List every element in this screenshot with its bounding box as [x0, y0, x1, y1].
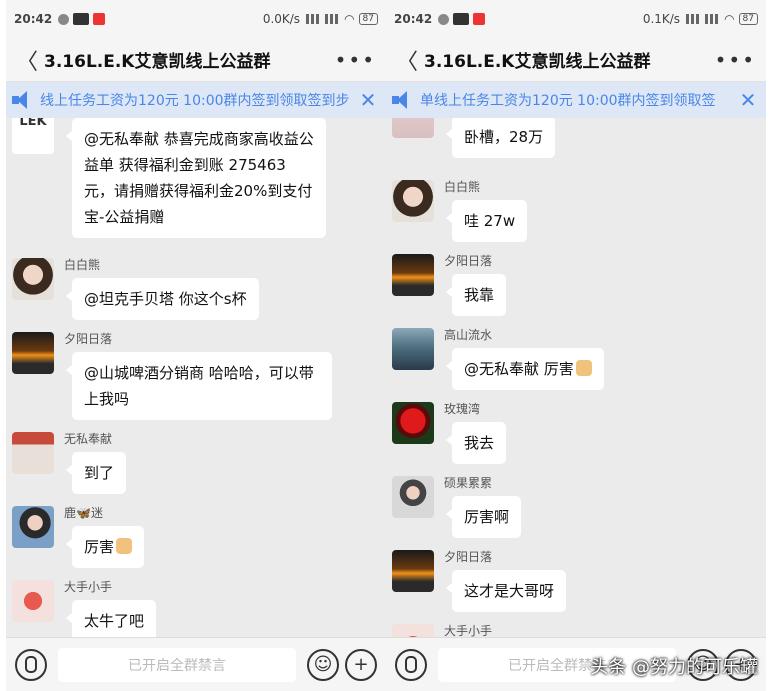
sender-name: 高山流水 [444, 328, 493, 342]
avatar[interactable] [392, 550, 434, 592]
thumbs-up-emoji-icon [116, 538, 133, 554]
wifi-icon: ◠ [344, 12, 355, 26]
wifi-icon: ◠ [724, 12, 735, 26]
left-phone-screen: 20:42 0.0K/s ◠ 87 〈 3.16L.E.K艾意凯线上公益群 ••… [6, 0, 386, 691]
battery-icon: 87 [358, 13, 378, 25]
sender-name: 硕果累累 [444, 476, 493, 490]
avatar[interactable] [392, 254, 434, 296]
speaker-icon [12, 90, 34, 110]
lek-app-icon [453, 13, 470, 25]
sender-name: 大手小手 [64, 580, 113, 594]
message-bubble: @坦克手贝塔 你这个s杯 [66, 278, 259, 320]
message-bubble: @山城啤酒分销商 哈哈哈，可以带上我吗 [66, 352, 332, 420]
more-options-icon[interactable]: ••• [715, 48, 756, 72]
sender-name: 鹿🦋迷 [64, 506, 103, 520]
status-time: 20:42 [394, 12, 433, 26]
avatar[interactable] [12, 506, 54, 548]
input-bar: 已开启全群禁言 ☺ + [6, 637, 386, 691]
sender-name: 无私奉献 [64, 432, 113, 446]
voice-button[interactable] [15, 648, 47, 681]
message-bubble: 太牛了吧 [65, 600, 157, 637]
sender-name: 玫瑰湾 [444, 402, 481, 416]
avatar[interactable] [12, 432, 54, 474]
status-bar: 20:42 0.1K/s ◠ 87 [386, 0, 766, 38]
avatar[interactable] [392, 118, 434, 138]
message-list[interactable]: 卧槽，28万 白白熊 哇 27w 夕阳日落 我靠 高山流水 @无私奉献 厉害 玫… [386, 118, 766, 637]
message-input[interactable]: 已开启全群禁言 [58, 647, 296, 682]
thumbs-up-emoji-icon [575, 360, 592, 376]
avatar[interactable] [392, 624, 434, 637]
lek-app-icon [73, 13, 90, 25]
message-bubble: 厉害啊 [445, 496, 522, 538]
group-notice-bar[interactable]: 单线上任务工资为120元 10:00群内签到领取签 ✕ [386, 82, 766, 118]
sender-name: 白白熊 [444, 180, 481, 194]
app-notification-icon [93, 13, 106, 25]
avatar[interactable] [392, 180, 434, 222]
message-bubble: 这才是大哥呀 [445, 570, 567, 612]
signal-icon-2 [705, 14, 722, 24]
back-arrow-icon[interactable]: 〈 [396, 44, 424, 76]
group-notice-bar[interactable]: 线上任务工资为120元 10:00群内签到领取签到步 ✕ [6, 82, 386, 118]
watermark: 头条 @努力的可乐罐 [590, 657, 758, 678]
chat-header: 〈 3.16L.E.K艾意凯线上公益群 ••• [6, 38, 386, 82]
chat-title: 3.16L.E.K艾意凯线上公益群 [424, 52, 651, 72]
right-phone-screen: 20:42 0.1K/s ◠ 87 〈 3.16L.E.K艾意凯线上公益群 ••… [386, 0, 766, 691]
avatar[interactable]: LEK [12, 118, 54, 154]
app-notification-icon [473, 13, 486, 25]
avatar[interactable] [392, 402, 434, 444]
notice-text: 线上任务工资为120元 10:00群内签到领取签到步 [40, 93, 350, 109]
signal-icon-2 [325, 14, 342, 24]
sender-name: 大手小手 [444, 624, 493, 637]
plus-button[interactable]: + [345, 648, 377, 681]
status-bar: 20:42 0.0K/s ◠ 87 [6, 0, 386, 38]
emoji-button[interactable]: ☺ [307, 648, 339, 681]
notification-icon [58, 13, 70, 25]
status-time: 20:42 [14, 12, 53, 26]
message-text: @无私奉献 厉害 [464, 360, 574, 378]
message-text: 厉害 [84, 538, 115, 556]
sender-name: 夕阳日落 [444, 550, 493, 564]
microphone-icon [25, 656, 37, 673]
speaker-icon [392, 90, 414, 110]
notification-icon [438, 13, 450, 25]
message-bubble: 到了 [65, 452, 127, 494]
avatar[interactable] [392, 476, 434, 518]
microphone-icon [405, 656, 417, 673]
close-icon[interactable]: ✕ [356, 88, 380, 112]
sender-name: 夕阳日落 [64, 332, 113, 346]
voice-button[interactable] [395, 648, 427, 681]
sender-name: 白白熊 [64, 258, 101, 272]
more-options-icon[interactable]: ••• [335, 48, 376, 72]
avatar[interactable] [12, 332, 54, 374]
back-arrow-icon[interactable]: 〈 [16, 44, 44, 76]
message-bubble: 哇 27w [445, 200, 528, 242]
message-bubble: 卧槽，28万 [445, 118, 556, 158]
notice-text: 单线上任务工资为120元 10:00群内签到领取签 [420, 93, 716, 109]
chat-title: 3.16L.E.K艾意凯线上公益群 [44, 52, 271, 72]
avatar[interactable] [392, 328, 434, 370]
network-speed: 0.0K/s [262, 12, 301, 26]
signal-icon [306, 14, 323, 24]
message-bubble: 我靠 [445, 274, 507, 316]
message-bubble: @无私奉献 厉害 [446, 348, 604, 390]
avatar[interactable] [12, 258, 54, 300]
avatar[interactable] [12, 580, 54, 622]
sender-name: 夕阳日落 [444, 254, 493, 268]
battery-icon: 87 [738, 13, 758, 25]
message-list[interactable]: LEK @无私奉献 恭喜完成商家高收益公益单 获得福利金到账 275463元，请… [6, 118, 386, 637]
signal-icon [686, 14, 703, 24]
network-speed: 0.1K/s [642, 12, 681, 26]
message-bubble: 厉害 [65, 526, 145, 568]
chat-header: 〈 3.16L.E.K艾意凯线上公益群 ••• [386, 38, 766, 82]
message-bubble: 我去 [445, 422, 507, 464]
close-icon[interactable]: ✕ [736, 88, 760, 112]
message-bubble: @无私奉献 恭喜完成商家高收益公益单 获得福利金到账 275463元，请捐赠获得… [66, 118, 326, 238]
